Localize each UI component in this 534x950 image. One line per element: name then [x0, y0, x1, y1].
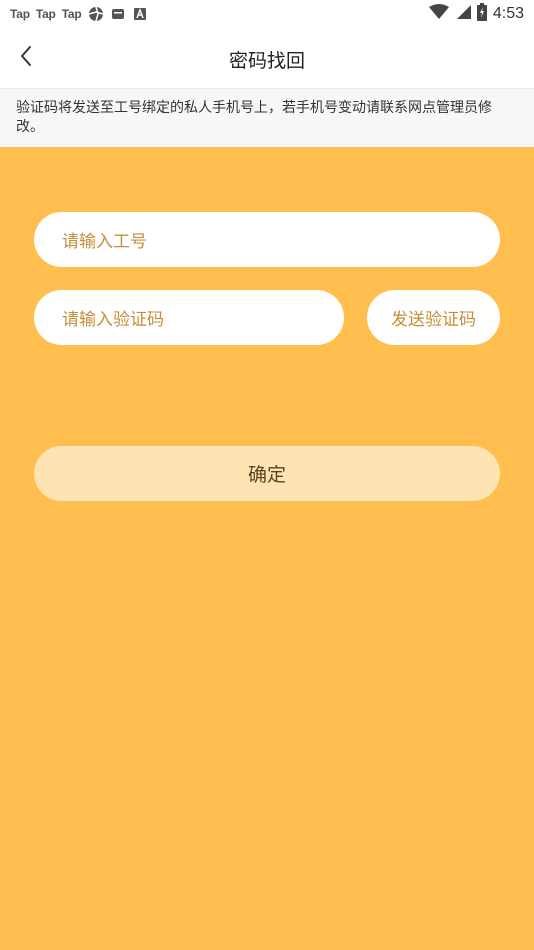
battery-icon — [476, 3, 487, 25]
status-app-label: Tap — [10, 7, 30, 21]
send-code-label: 发送验证码 — [391, 310, 476, 330]
notice-banner: 验证码将发送至工号绑定的私人手机号上，若手机号变动请联系网点管理员修改。 — [0, 88, 534, 147]
status-time: 4:53 — [492, 5, 524, 22]
status-app-label: Tap — [35, 7, 56, 21]
status-bar-right: 4:53 — [428, 3, 524, 25]
page-title: 密码找回 — [228, 50, 305, 72]
send-code-button[interactable]: 发送验证码 — [367, 290, 500, 345]
verification-code-placeholder: 请输入验证码 — [62, 310, 164, 330]
status-bar-left: Tap Tap Tap — [10, 5, 148, 23]
signal-icon — [455, 4, 471, 24]
wifi-icon — [428, 4, 449, 24]
mail-icon — [110, 6, 126, 22]
app-header: 密码找回 — [0, 28, 534, 88]
confirm-button[interactable]: 确定 — [34, 446, 500, 501]
confirm-label: 确定 — [247, 464, 286, 486]
status-bar: Tap Tap Tap 4:53 — [0, 0, 534, 28]
verification-code-input[interactable]: 请输入验证码 — [34, 290, 344, 345]
font-icon — [132, 6, 148, 22]
notice-text: 验证码将发送至工号绑定的私人手机号上，若手机号变动请联系网点管理员修改。 — [16, 100, 492, 135]
employee-id-placeholder: 请输入工号 — [62, 232, 147, 252]
employee-id-input[interactable]: 请输入工号 — [34, 212, 500, 267]
aperture-icon — [88, 6, 104, 22]
status-app-label: Tap — [61, 7, 82, 21]
